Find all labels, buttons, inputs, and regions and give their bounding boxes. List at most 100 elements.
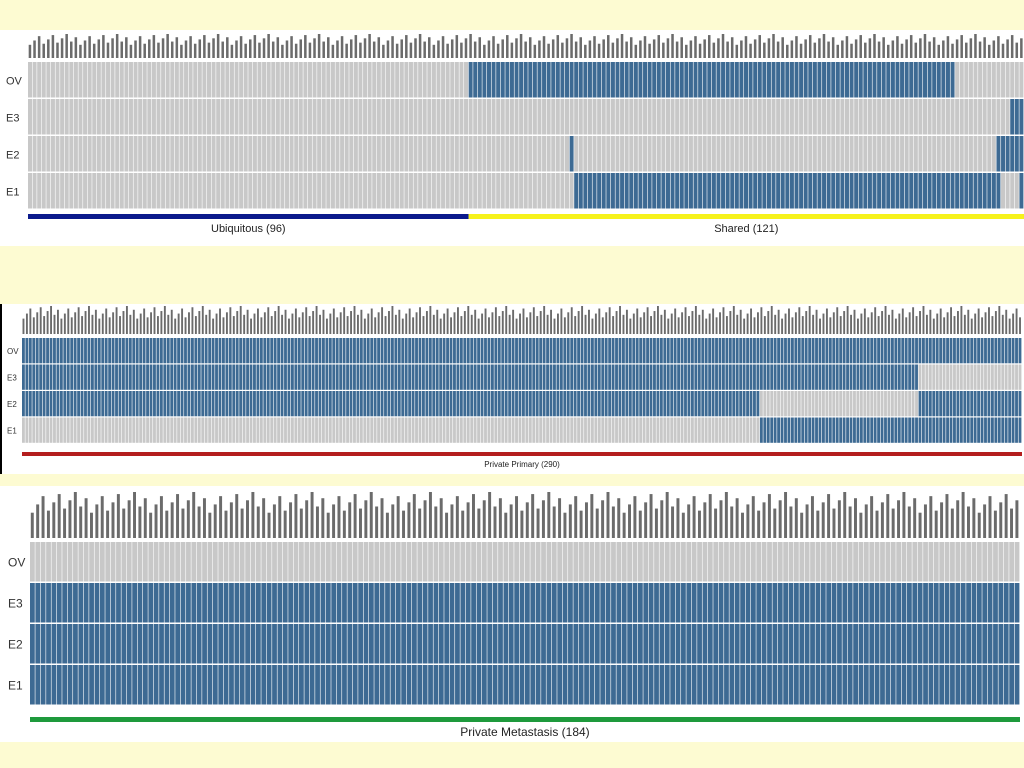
heatmap-cell <box>487 417 491 443</box>
heatmap-cell <box>22 391 25 417</box>
heatmap-cell <box>615 338 618 364</box>
heatmap-cell <box>428 542 433 582</box>
heatmap-cell <box>271 136 276 172</box>
heatmap-cell <box>656 173 661 209</box>
heatmap-cell <box>491 173 496 209</box>
heatmap-cell <box>907 542 912 582</box>
gene-label-mark <box>875 510 879 538</box>
heatmap-cell <box>148 542 154 582</box>
heatmap-cell <box>718 338 722 364</box>
heatmap-cell <box>625 417 629 443</box>
heatmap-cell <box>732 391 736 417</box>
heatmap-cell <box>707 62 712 98</box>
heatmap-cell <box>63 338 67 364</box>
heatmap-cell <box>661 99 666 135</box>
heatmap-cell <box>124 136 129 172</box>
gene-label-mark <box>308 42 312 58</box>
heatmap-cell <box>77 364 81 390</box>
heatmap-cell <box>135 417 139 443</box>
heatmap-cell <box>740 665 745 705</box>
heatmap-cell <box>261 583 267 623</box>
gene-label-mark <box>857 318 859 334</box>
heatmap-cell <box>80 364 84 390</box>
heatmap-cell <box>69 173 74 209</box>
heatmap-cell <box>122 391 125 417</box>
gene-label-mark <box>249 39 252 58</box>
heatmap-cell <box>530 624 536 664</box>
heatmap-cell <box>730 173 735 209</box>
gene-label-mark <box>681 312 684 334</box>
heatmap-cell <box>63 391 67 417</box>
heatmap-cell <box>132 417 136 443</box>
heatmap-cell <box>918 62 923 98</box>
gene-label-mark <box>777 309 780 334</box>
heatmap-cell <box>982 542 988 582</box>
heatmap-cell <box>186 583 191 623</box>
heatmap-cell <box>877 417 881 443</box>
heatmap-cell <box>702 173 707 209</box>
gene-label-mark <box>821 502 825 538</box>
heatmap-cell <box>438 583 444 623</box>
gene-label-mark <box>272 504 276 538</box>
gene-label-mark <box>902 492 906 538</box>
heatmap-cell <box>953 364 956 390</box>
heatmap-cell <box>456 364 460 390</box>
heatmap-cell <box>349 338 353 364</box>
heatmap-cell <box>904 173 909 209</box>
heatmap-cell <box>890 364 894 390</box>
heatmap-cell <box>318 364 322 390</box>
gene-label-mark <box>469 34 472 58</box>
heatmap-cell <box>245 583 250 623</box>
heatmap-cell <box>344 173 349 209</box>
gene-label-mark <box>474 309 477 334</box>
heatmap-cell <box>441 99 446 135</box>
heatmap-cell <box>773 417 777 443</box>
heatmap-cell <box>584 391 587 417</box>
heatmap-cell <box>711 338 715 364</box>
heatmap-cell <box>368 542 374 582</box>
heatmap-cell <box>804 542 810 582</box>
heatmap-cell <box>413 136 418 172</box>
heatmap-cell <box>124 62 129 98</box>
heatmap-cell <box>870 364 874 390</box>
gene-label-mark <box>961 492 965 538</box>
heatmap-cell <box>415 338 418 364</box>
gene-label-mark <box>375 506 379 538</box>
heatmap-cell <box>496 136 501 172</box>
heatmap-cell <box>770 417 774 443</box>
gene-label-mark <box>633 496 637 538</box>
heatmap-cell <box>1004 338 1008 364</box>
gene-label-mark <box>708 494 712 538</box>
heatmap-cell <box>49 417 53 443</box>
heatmap-cell <box>340 136 345 172</box>
gene-label-mark <box>867 317 870 334</box>
heatmap-cell <box>263 364 267 390</box>
heatmap-cell <box>363 391 367 417</box>
heatmap-cell <box>147 99 152 135</box>
heatmap-cell <box>186 542 191 582</box>
heatmap-cell <box>454 99 459 135</box>
heatmap-cell <box>115 99 120 135</box>
heatmap-cell <box>73 583 78 623</box>
heatmap-cell <box>749 417 753 443</box>
gene-label-mark <box>161 38 165 58</box>
heatmap-cell <box>297 417 301 443</box>
heatmap-cell <box>537 62 542 98</box>
heatmap-cell <box>987 542 993 582</box>
gene-label-mark <box>298 317 301 334</box>
heatmap-cell <box>342 665 347 705</box>
heatmap-cell <box>39 391 43 417</box>
heatmap-cell <box>358 665 363 705</box>
heatmap-cell <box>771 173 776 209</box>
heatmap-cell <box>163 417 167 443</box>
heatmap-cell <box>990 391 994 417</box>
heatmap-cell <box>273 391 277 417</box>
heatmap-cell <box>411 338 415 364</box>
heatmap-cell <box>408 338 412 364</box>
heatmap-cell <box>263 391 267 417</box>
heatmap-cell <box>880 583 885 623</box>
heatmap-cell <box>894 417 898 443</box>
heatmap-cell <box>866 338 870 364</box>
heatmap-cell <box>745 665 751 705</box>
heatmap-cell <box>953 338 956 364</box>
